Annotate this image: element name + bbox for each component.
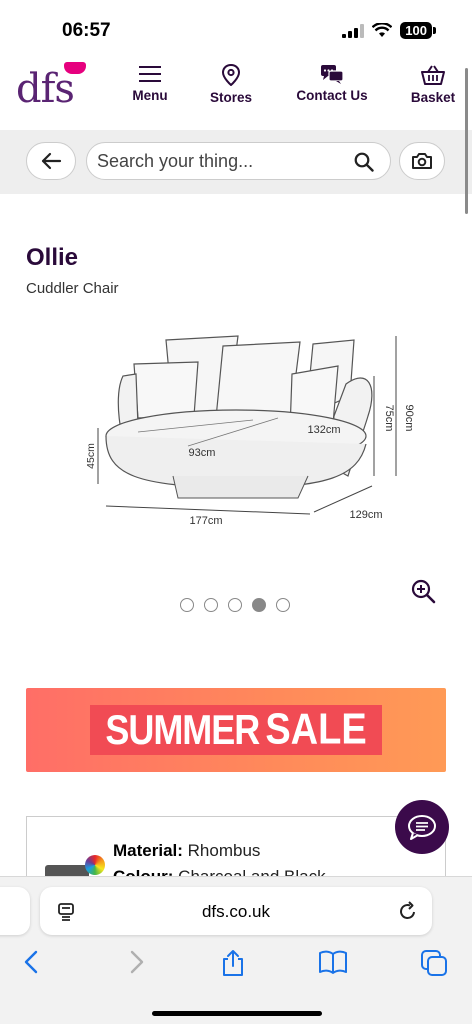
site-header: dfs Menu Stores Contact Us Basket bbox=[0, 56, 472, 130]
share-icon[interactable] bbox=[220, 949, 246, 977]
nav-contact-label: Contact Us bbox=[296, 88, 368, 103]
svg-text:93cm: 93cm bbox=[189, 447, 216, 459]
camera-search-button[interactable] bbox=[399, 142, 445, 180]
carousel-dot-2[interactable] bbox=[204, 598, 218, 612]
carousel-dot-5[interactable] bbox=[276, 598, 290, 612]
basket-icon bbox=[421, 65, 445, 85]
nav-basket[interactable]: Basket bbox=[408, 64, 458, 105]
status-time: 06:57 bbox=[62, 20, 111, 41]
sale-banner-text: SUMMER SALE bbox=[90, 705, 382, 755]
colour-wheel-icon[interactable] bbox=[85, 855, 105, 875]
material-label: Material: bbox=[113, 841, 183, 860]
svg-text:132cm: 132cm bbox=[307, 424, 340, 436]
carousel-dot-1[interactable] bbox=[180, 598, 194, 612]
camera-icon bbox=[412, 153, 432, 169]
live-chat-button[interactable] bbox=[395, 800, 449, 854]
search-input[interactable] bbox=[97, 143, 347, 179]
arrow-left-icon bbox=[41, 152, 62, 170]
home-indicator[interactable] bbox=[152, 1011, 322, 1016]
url-text[interactable]: dfs.co.uk bbox=[40, 902, 432, 922]
carousel-dot-3[interactable] bbox=[228, 598, 242, 612]
material-row: Material: Rhombus bbox=[113, 841, 260, 861]
back-button[interactable] bbox=[26, 142, 76, 180]
location-pin-icon bbox=[221, 64, 241, 86]
nav-stores[interactable]: Stores bbox=[206, 64, 256, 105]
dfs-logo[interactable]: dfs bbox=[16, 66, 75, 112]
carousel-dot-4[interactable] bbox=[252, 598, 266, 612]
previous-tab-preview[interactable] bbox=[0, 887, 30, 935]
browser-back-icon[interactable] bbox=[20, 949, 44, 975]
chat-icon bbox=[408, 815, 436, 840]
summer-sale-banner[interactable]: SUMMER SALE bbox=[26, 688, 446, 772]
carousel-dots bbox=[180, 598, 290, 612]
product-dimensions-image[interactable]: 45cm 177cm 129cm 75cm 90cm 93cm 132cm bbox=[78, 326, 418, 536]
chat-bubbles-icon bbox=[321, 65, 344, 84]
browser-toolbar: dfs.co.uk bbox=[0, 876, 472, 1024]
browser-forward-icon[interactable] bbox=[124, 949, 148, 975]
search-bar-section bbox=[0, 130, 472, 194]
battery-indicator: 100 bbox=[400, 22, 436, 39]
svg-text:177cm: 177cm bbox=[189, 515, 222, 527]
tabs-icon[interactable] bbox=[420, 949, 448, 977]
search-icon[interactable] bbox=[354, 152, 374, 172]
svg-text:90cm: 90cm bbox=[403, 405, 415, 432]
sale-word-summer: SUMMER bbox=[105, 705, 260, 753]
nav-stores-label: Stores bbox=[209, 90, 253, 105]
hamburger-icon bbox=[139, 66, 161, 82]
svg-text:45cm: 45cm bbox=[85, 443, 97, 469]
nav-contact-us[interactable]: Contact Us bbox=[292, 64, 372, 103]
nav-menu-label: Menu bbox=[132, 88, 168, 103]
status-bar: 06:57 100 bbox=[0, 0, 472, 56]
address-bar[interactable]: dfs.co.uk bbox=[40, 887, 432, 935]
page-scrollbar[interactable] bbox=[465, 68, 468, 214]
nav-basket-label: Basket bbox=[410, 90, 456, 105]
nav-menu[interactable]: Menu bbox=[130, 64, 170, 103]
search-box[interactable] bbox=[86, 142, 391, 180]
logo-crown-icon bbox=[64, 62, 86, 74]
svg-text:129cm: 129cm bbox=[349, 509, 382, 521]
signal-icon bbox=[342, 23, 365, 38]
sale-word-sale: SALE bbox=[265, 705, 367, 754]
status-icons: 100 bbox=[342, 22, 436, 39]
bookmarks-icon[interactable] bbox=[318, 949, 348, 975]
svg-text:75cm: 75cm bbox=[383, 405, 395, 432]
product-title: Ollie bbox=[26, 244, 79, 271]
material-value: Rhombus bbox=[187, 841, 261, 860]
reload-icon[interactable] bbox=[398, 900, 418, 922]
zoom-in-icon[interactable] bbox=[410, 578, 436, 604]
wifi-icon bbox=[372, 23, 393, 37]
product-subtitle: Cuddler Chair bbox=[26, 280, 119, 297]
